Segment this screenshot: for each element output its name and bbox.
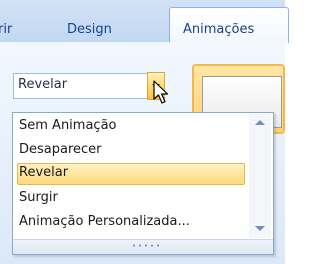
list-item-surgir[interactable]: Surgir [17,188,245,210]
ribbon-tab-strip: rir Design Animações [0,0,289,43]
tab-animacoes[interactable]: Animações [169,7,289,43]
scroll-down-icon[interactable] [255,226,265,231]
animation-combo-value: Revelar [18,77,68,92]
mouse-pointer-icon [153,80,169,104]
dropdown-scrollbar[interactable] [249,114,271,238]
animation-dropdown-list[interactable]: Sem Animação Desaparecer Revelar Surgir … [12,112,274,255]
list-item-sem-animacao[interactable]: Sem Animação [17,116,245,138]
list-item-animacao-personalizada[interactable]: Animação Personalizada... [17,212,245,234]
tab-inserir[interactable]: rir [0,22,12,38]
list-item-revelar[interactable]: Revelar [17,163,245,185]
tab-animacoes-label: Animações [183,22,255,37]
scroll-up-icon[interactable] [255,120,265,125]
resize-grip-icon [131,244,159,247]
dropdown-resize-grip[interactable] [13,239,273,254]
list-item-desaparecer[interactable]: Desaparecer [17,140,245,162]
animation-combo[interactable]: Revelar [13,73,163,99]
tab-design[interactable]: Design [67,22,112,38]
